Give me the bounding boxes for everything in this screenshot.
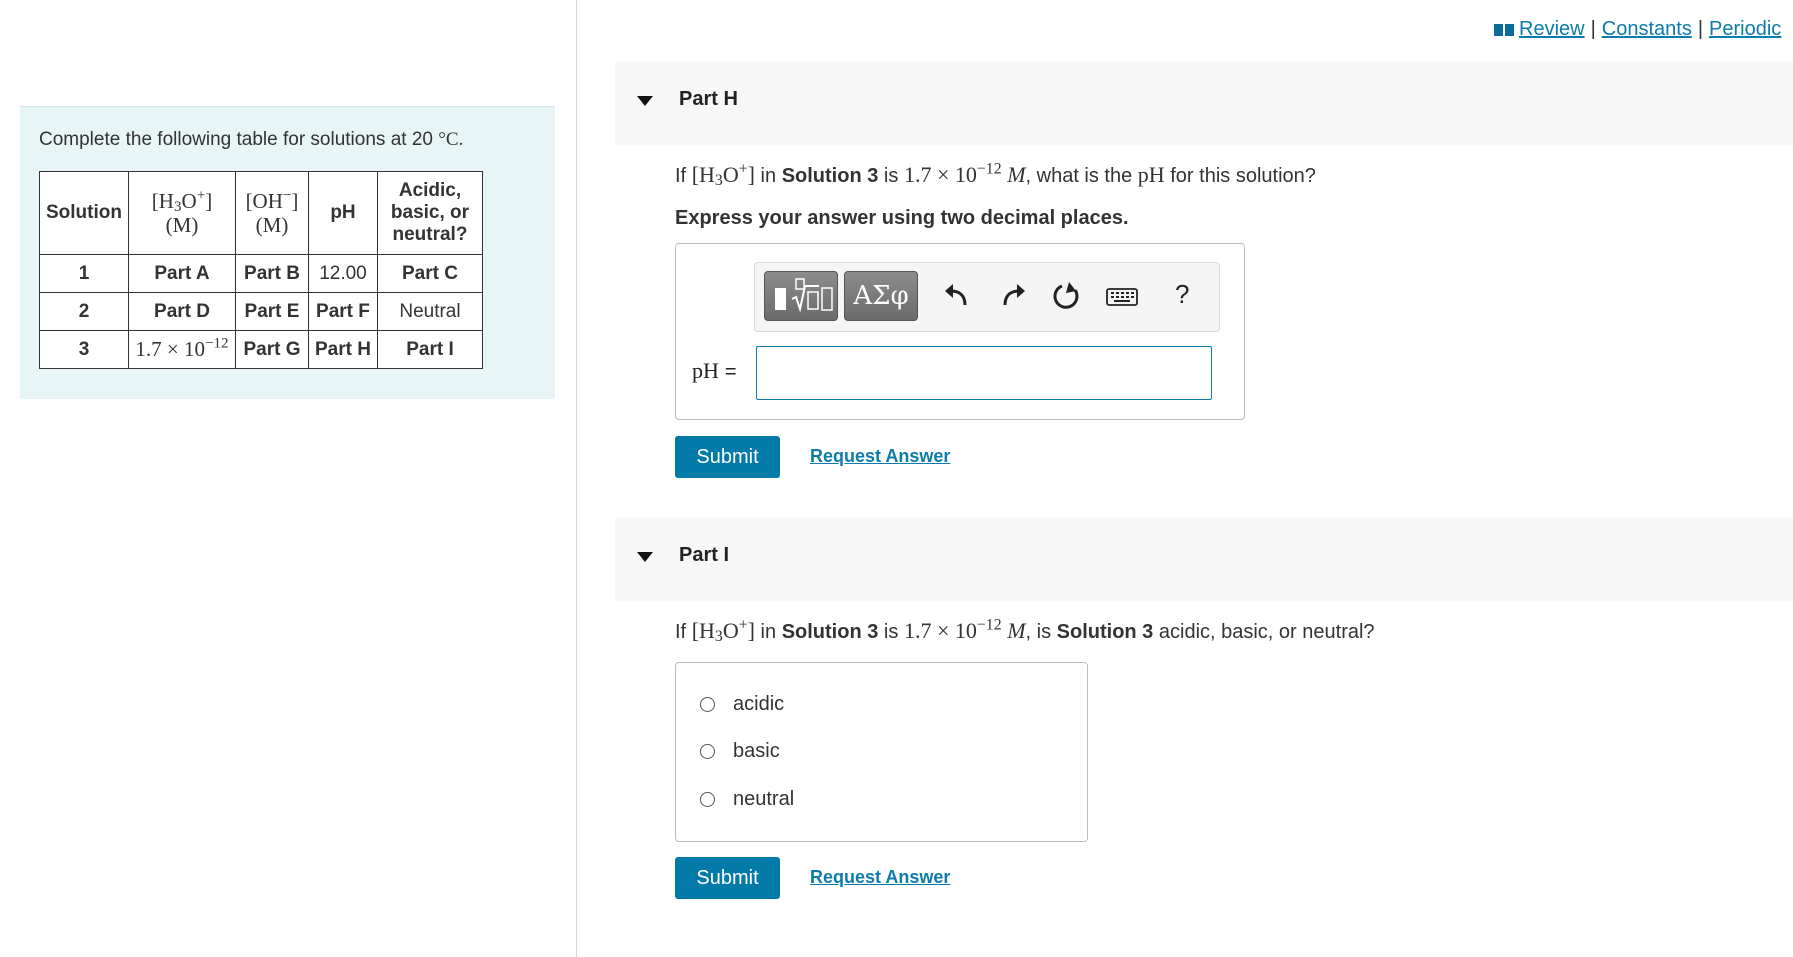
keyboard-icon[interactable]	[1105, 279, 1139, 313]
table-cell: 12.00	[308, 254, 378, 293]
table-cell: Neutral	[376, 292, 483, 331]
part-h-submit-button[interactable]: Submit	[675, 436, 780, 478]
ph-answer-input[interactable]	[756, 346, 1212, 400]
part-h-instruction: Express your answer using two decimal pl…	[675, 207, 1129, 229]
intro-box: Complete the following table for solutio…	[20, 106, 555, 399]
table-cell: Part D	[128, 292, 236, 331]
table-row: 1 Part A Part B 12.00 Part C	[39, 254, 483, 293]
symbols-button[interactable]: ΑΣφ	[844, 271, 918, 321]
undo-icon[interactable]	[941, 279, 975, 313]
temperature-unit: °C.	[438, 129, 464, 150]
part-i-header[interactable]: Part I	[615, 517, 1793, 601]
table-cell: Part E	[235, 292, 309, 331]
table-cell: Part C	[376, 254, 483, 293]
math-toolbar: ΑΣφ ?	[754, 262, 1220, 332]
collapse-caret-icon[interactable]	[637, 552, 653, 562]
review-link[interactable]: Review	[1519, 18, 1585, 40]
help-button[interactable]: ?	[1175, 279, 1189, 310]
choice-neutral[interactable]: neutral	[700, 784, 794, 814]
top-links: Review | Constants | Periodic	[1493, 18, 1781, 41]
part-h-title: Part H	[679, 88, 738, 110]
table-cell: Part F	[308, 292, 378, 331]
solutions-table: Solution [H3O+] (M) [OH−] (M) pH Acidic,…	[39, 171, 483, 369]
part-i-title: Part I	[679, 544, 730, 566]
intro-text: Complete the following table for solutio…	[39, 129, 464, 150]
book-icon	[1494, 24, 1514, 36]
part-i-submit-button[interactable]: Submit	[675, 857, 780, 899]
header-ph: pH	[308, 171, 378, 255]
redo-icon[interactable]	[995, 279, 1029, 313]
choice-box: acidic basic neutral	[675, 662, 1088, 842]
part-h-request-answer-link[interactable]: Request Answer	[810, 446, 950, 467]
table-cell: 3	[39, 330, 129, 369]
collapse-caret-icon[interactable]	[637, 96, 653, 106]
header-solution: Solution	[39, 171, 129, 255]
table-cell: 1	[39, 254, 129, 293]
constants-link[interactable]: Constants	[1602, 18, 1692, 40]
part-h-question: If [H3O+] in Solution 3 is 1.7 × 10−12 M…	[675, 160, 1316, 190]
table-cell: Part H	[308, 330, 378, 369]
answer-label: pH =	[692, 358, 737, 383]
table-row: 2 Part D Part E Part F Neutral	[39, 292, 483, 331]
table-cell: 1.7 × 10−12	[128, 330, 236, 369]
radio-button[interactable]	[700, 791, 715, 807]
part-i-question: If [H3O+] in Solution 3 is 1.7 × 10−12 M…	[675, 616, 1375, 646]
templates-icon	[775, 278, 833, 313]
header-acidity: Acidic, basic, or neutral?	[376, 171, 483, 255]
part-h-header[interactable]: Part H	[615, 61, 1793, 145]
table-cell: Part A	[128, 254, 236, 293]
templates-button[interactable]	[764, 271, 838, 321]
header-h3o: [H3O+] (M)	[128, 171, 236, 255]
reset-icon[interactable]	[1049, 279, 1083, 313]
table-cell: 2	[39, 292, 129, 331]
table-cell: Part I	[376, 330, 483, 369]
choice-basic[interactable]: basic	[700, 736, 780, 766]
left-pane: Complete the following table for solutio…	[0, 0, 577, 957]
radio-button[interactable]	[700, 743, 715, 759]
part-i-request-answer-link[interactable]: Request Answer	[810, 867, 950, 888]
table-cell: Part B	[235, 254, 309, 293]
radio-button[interactable]	[700, 696, 715, 712]
table-row: 3 1.7 × 10−12 Part G Part H Part I	[39, 330, 483, 369]
choice-acidic[interactable]: acidic	[700, 689, 784, 719]
answer-box: ΑΣφ ? pH =	[675, 243, 1245, 420]
table-cell: Part G	[235, 330, 309, 369]
header-oh: [OH−] (M)	[235, 171, 309, 255]
table-header-row: Solution [H3O+] (M) [OH−] (M) pH Acidic,…	[39, 171, 483, 255]
periodic-link[interactable]: Periodic	[1709, 18, 1781, 40]
